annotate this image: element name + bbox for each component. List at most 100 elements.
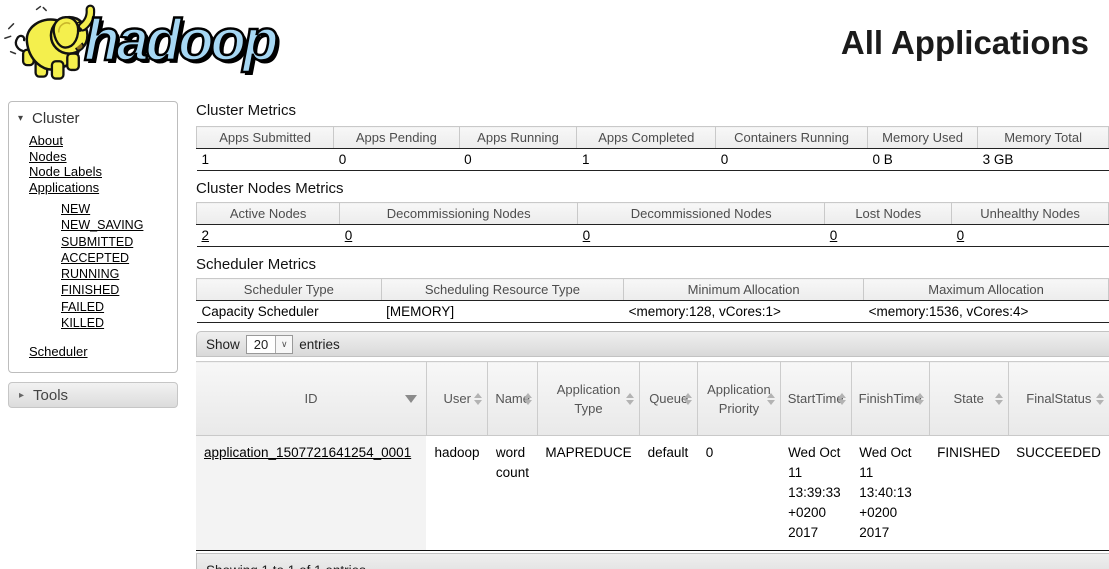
col-header-id[interactable]: ID <box>196 362 426 436</box>
cluster-section-header[interactable]: ▾ Cluster <box>9 107 177 133</box>
sort-both-icon <box>626 393 634 405</box>
col-minimum-allocation: Minimum Allocation <box>624 279 864 301</box>
containers-running-value: 0 <box>716 149 868 171</box>
sort-both-icon <box>1096 393 1104 405</box>
application-id-link[interactable]: application_1507721641254_0001 <box>204 445 411 460</box>
sidebar-item-nodes[interactable]: Nodes <box>29 149 67 164</box>
sidebar-item-state-running[interactable]: RUNNING <box>61 267 119 281</box>
nav-item: KILLED <box>61 315 177 331</box>
tools-section-label: Tools <box>33 387 68 404</box>
memory-total-value: 3 GB <box>978 149 1109 171</box>
nav-item: FAILED <box>61 299 177 315</box>
col-scheduler-type: Scheduler Type <box>197 279 382 301</box>
cluster-nav-list: About Nodes Node Labels Applications <box>9 133 177 195</box>
application-id-cell: application_1507721641254_0001 <box>196 436 426 551</box>
sort-both-icon <box>474 393 482 405</box>
col-header-application-priority[interactable]: Application Priority <box>698 362 780 436</box>
col-apps-pending: Apps Pending <box>334 127 459 149</box>
memory-used-value: 0 B <box>867 149 977 171</box>
decommissioned-nodes-value: 0 <box>578 225 825 247</box>
application-queue-cell: default <box>640 436 698 551</box>
active-nodes-link[interactable]: 2 <box>202 228 210 243</box>
sort-both-icon <box>684 393 692 405</box>
page-title: All Applications <box>841 24 1089 62</box>
col-header-user[interactable]: User <box>426 362 487 436</box>
collapse-icon: ▾ <box>18 113 23 124</box>
col-header-queue[interactable]: Queue <box>640 362 698 436</box>
col-header-name[interactable]: Name <box>488 362 537 436</box>
apps-submitted-value: 1 <box>197 149 334 171</box>
col-header-starttime[interactable]: StartTime <box>780 362 851 436</box>
col-header-finalstatus[interactable]: FinalStatus <box>1008 362 1109 436</box>
sidebar-item-state-submitted[interactable]: SUBMITTED <box>61 235 133 249</box>
sidebar-item-scheduler[interactable]: Scheduler <box>29 344 88 359</box>
cluster-metrics-title: Cluster Metrics <box>196 102 1109 119</box>
nav-item: SUBMITTED <box>61 234 177 250</box>
sidebar-item-state-failed[interactable]: FAILED <box>61 300 104 314</box>
lost-nodes-value: 0 <box>825 225 952 247</box>
cluster-section-label: Cluster <box>32 110 80 127</box>
sort-both-icon <box>995 393 1003 405</box>
col-header-finishtime[interactable]: FinishTime <box>851 362 929 436</box>
app-states-nav-list: NEW NEW_SAVING SUBMITTED ACCEPTED RUNNIN… <box>9 201 177 331</box>
apps-pending-value: 0 <box>334 149 459 171</box>
col-header-state[interactable]: State <box>929 362 1008 436</box>
nav-item: ACCEPTED <box>61 250 177 266</box>
decommissioning-nodes-link[interactable]: 0 <box>345 228 353 243</box>
page-size-value: 20 <box>247 336 275 353</box>
application-priority-cell: 0 <box>698 436 780 551</box>
active-nodes-value: 2 <box>197 225 340 247</box>
sidebar-item-state-new-saving[interactable]: NEW_SAVING <box>61 218 143 232</box>
col-apps-completed: Apps Completed <box>577 127 716 149</box>
sidebar-item-state-killed[interactable]: KILLED <box>61 316 104 330</box>
hadoop-logo: hadoop <box>2 2 275 86</box>
sidebar: ▾ Cluster About Nodes Node Labels Applic… <box>8 101 178 408</box>
col-decommissioned-nodes: Decommissioned Nodes <box>578 203 825 225</box>
lost-nodes-link[interactable]: 0 <box>830 228 838 243</box>
unhealthy-nodes-link[interactable]: 0 <box>957 228 965 243</box>
sidebar-item-state-accepted[interactable]: ACCEPTED <box>61 251 129 265</box>
nav-item: Scheduler <box>9 331 177 359</box>
table-header-row: Scheduler Type Scheduling Resource Type … <box>197 279 1109 301</box>
sidebar-item-node-labels[interactable]: Node Labels <box>29 164 102 179</box>
table-row: Capacity Scheduler [MEMORY] <memory:128,… <box>197 301 1109 323</box>
cluster-nodes-metrics-table: Active Nodes Decommissioning Nodes Decom… <box>196 202 1109 247</box>
col-header-application-type[interactable]: Application Type <box>537 362 639 436</box>
sidebar-item-state-finished[interactable]: FINISHED <box>61 283 119 297</box>
col-active-nodes: Active Nodes <box>197 203 340 225</box>
sort-both-icon <box>838 393 846 405</box>
nav-item: Node Labels <box>29 164 177 180</box>
sidebar-item-state-new[interactable]: NEW <box>61 202 90 216</box>
sidebar-item-about[interactable]: About <box>29 133 63 148</box>
col-containers-running: Containers Running <box>716 127 868 149</box>
application-name-cell: word count <box>488 436 537 551</box>
sidebar-item-applications[interactable]: Applications <box>29 180 99 195</box>
col-apps-submitted: Apps Submitted <box>197 127 334 149</box>
decommissioned-nodes-link[interactable]: 0 <box>583 228 591 243</box>
main-content: Cluster Metrics Apps Submitted Apps Pend… <box>196 96 1109 569</box>
tools-section-header[interactable]: ▸ Tools <box>8 382 178 408</box>
cluster-nav-box: ▾ Cluster About Nodes Node Labels Applic… <box>8 101 178 373</box>
expand-icon: ▸ <box>19 390 24 401</box>
col-memory-total: Memory Total <box>978 127 1109 149</box>
nav-item: RUNNING <box>61 266 177 282</box>
applications-table: ID User Name Application Type Queue Appl… <box>196 361 1109 551</box>
entries-label: entries <box>299 337 340 352</box>
scheduler-metrics-table: Scheduler Type Scheduling Resource Type … <box>196 278 1109 323</box>
application-starttime-cell: Wed Oct 11 13:39:33 +0200 2017 <box>780 436 851 551</box>
decommissioning-nodes-value: 0 <box>340 225 578 247</box>
table-length-bar: Show 20 ∨ entries <box>196 331 1109 357</box>
nav-item: Applications <box>29 180 177 196</box>
application-finishtime-cell: Wed Oct 11 13:40:13 +0200 2017 <box>851 436 929 551</box>
col-decommissioning-nodes: Decommissioning Nodes <box>340 203 578 225</box>
col-maximum-allocation: Maximum Allocation <box>864 279 1109 301</box>
apps-completed-value: 1 <box>577 149 716 171</box>
application-state-cell: FINISHED <box>929 436 1008 551</box>
apps-running-value: 0 <box>459 149 577 171</box>
application-user-cell: hadoop <box>426 436 487 551</box>
page-size-select[interactable]: 20 ∨ <box>246 335 293 354</box>
table-row: 1 0 0 1 0 0 B 3 GB <box>197 149 1109 171</box>
cluster-nodes-metrics-title: Cluster Nodes Metrics <box>196 180 1109 197</box>
nav-item: NEW_SAVING <box>61 217 177 233</box>
minimum-allocation-value: <memory:128, vCores:1> <box>624 301 864 323</box>
